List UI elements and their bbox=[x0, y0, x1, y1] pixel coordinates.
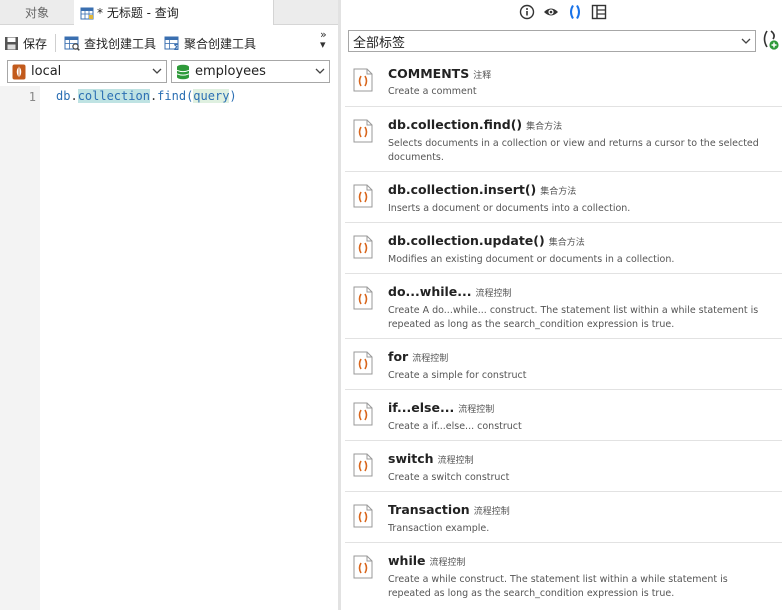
tag-filter-value: 全部标签 bbox=[353, 35, 406, 51]
connection-value: local bbox=[31, 64, 62, 79]
snippet-item[interactable]: Transaction 流程控制 Transaction example. bbox=[345, 492, 782, 543]
snippet-list: COMMENTS 注释 Create a comment db.collectio… bbox=[345, 56, 782, 607]
snippet-icon bbox=[353, 453, 373, 477]
snippet-item[interactable]: db.collection.find() 集合方法 Selects documen… bbox=[345, 107, 782, 172]
grid-view-icon[interactable] bbox=[591, 4, 607, 20]
database-icon bbox=[176, 64, 190, 79]
save-icon bbox=[5, 36, 18, 50]
aggregate-builder-icon: Σ bbox=[164, 36, 179, 51]
snippet-tag: 集合方法 bbox=[540, 187, 577, 197]
chevron-down-icon bbox=[741, 38, 751, 44]
snippet-item[interactable]: db.collection.insert() 集合方法 Inserts a doc… bbox=[345, 172, 782, 223]
snippet-title: while 流程控制 bbox=[388, 553, 466, 568]
line-number: 1 bbox=[28, 90, 36, 104]
code-token-paren: ) bbox=[229, 89, 237, 103]
snippet-tag: 流程控制 bbox=[437, 456, 474, 466]
snippet-item[interactable]: COMMENTS 注释 Create a comment bbox=[345, 56, 782, 107]
snippet-description: Create a switch construct bbox=[388, 472, 510, 483]
snippet-title: Transaction 流程控制 bbox=[388, 502, 510, 517]
find-builder-button[interactable]: 查找创建工具 bbox=[60, 32, 160, 54]
snippet-description: Create a simple for construct bbox=[388, 370, 527, 381]
snippet-item[interactable]: switch 流程控制 Create a switch construct bbox=[345, 441, 782, 492]
snippet-icon bbox=[353, 119, 373, 143]
snippet-icon bbox=[353, 184, 373, 208]
code-token-collection: collection bbox=[77, 89, 150, 103]
tab-objects[interactable]: 对象 bbox=[0, 0, 75, 24]
snippet-icon bbox=[353, 504, 373, 528]
snippet-tag: 注释 bbox=[473, 71, 492, 81]
snippet-icon bbox=[353, 235, 373, 259]
snippet-item[interactable]: if...else... 流程控制 Create a if...else... c… bbox=[345, 390, 782, 441]
database-select[interactable]: employees bbox=[171, 60, 330, 83]
snippet-description: Create a while construct. The statement … bbox=[388, 574, 728, 599]
find-builder-icon bbox=[64, 36, 80, 51]
snippet-tag: 流程控制 bbox=[473, 507, 510, 517]
snippet-icon bbox=[353, 68, 373, 92]
snippet-title: for 流程控制 bbox=[388, 349, 449, 364]
snippet-title: COMMENTS 注释 bbox=[388, 66, 492, 81]
line-gutter: 1 bbox=[0, 86, 40, 610]
snippet-tag: 流程控制 bbox=[412, 354, 449, 364]
snippet-item[interactable]: while 流程控制 Create a while construct. The … bbox=[345, 543, 782, 607]
svg-text:Σ: Σ bbox=[174, 43, 179, 51]
snippet-title: db.collection.update() 集合方法 bbox=[388, 233, 585, 248]
tab-bar: 对象 * 无标题 - 查询 bbox=[0, 0, 338, 25]
mongodb-leaf-icon bbox=[12, 64, 26, 79]
save-label: 保存 bbox=[23, 36, 48, 51]
snippet-item[interactable]: db.collection.update() 集合方法 Modifies an e… bbox=[345, 223, 782, 274]
snippet-description: Create a comment bbox=[388, 86, 477, 97]
database-value: employees bbox=[195, 64, 266, 79]
snippet-description: Inserts a document or documents into a c… bbox=[388, 203, 631, 214]
find-builder-label: 查找创建工具 bbox=[84, 36, 157, 51]
snippet-description: Create A do...while... construct. The st… bbox=[388, 305, 759, 330]
snippet-tag: 集合方法 bbox=[526, 122, 563, 132]
toolbar: 保存 查找创建工具 Σ 聚合创建工具 » ▾ bbox=[0, 29, 338, 56]
chevron-down-icon bbox=[152, 68, 162, 74]
add-snippet-icon[interactable] bbox=[760, 29, 780, 51]
snippet-description: Modifies an existing document or documen… bbox=[388, 254, 675, 265]
code-token-argument: query bbox=[193, 89, 230, 103]
aggregate-builder-label: 聚合创建工具 bbox=[184, 36, 257, 51]
code-token-dot: . bbox=[70, 89, 78, 103]
info-icon[interactable] bbox=[519, 4, 535, 20]
snippet-icon bbox=[353, 286, 373, 310]
snippet-description: Create a if...else... construct bbox=[388, 421, 522, 432]
toolbar-overflow-button[interactable]: » ▾ bbox=[320, 29, 327, 50]
query-editor-pane: 对象 * 无标题 - 查询 保存 查找创建工具 Σ 聚合创建工具 » ▾ loc… bbox=[0, 0, 338, 610]
save-button[interactable]: 保存 bbox=[0, 32, 51, 54]
snippet-tag: 流程控制 bbox=[429, 558, 466, 568]
code-line[interactable]: db.collection.find(query) bbox=[56, 89, 237, 103]
snippet-item[interactable]: for 流程控制 Create a simple for construct bbox=[345, 339, 782, 390]
snippet-description: Transaction example. bbox=[388, 523, 490, 534]
tab-query[interactable]: * 无标题 - 查询 bbox=[74, 0, 274, 25]
snippet-tag: 流程控制 bbox=[458, 405, 495, 415]
snippet-title: do...while... 流程控制 bbox=[388, 284, 512, 299]
snippet-title: db.collection.find() 集合方法 bbox=[388, 117, 563, 132]
tab-query-label: * 无标题 - 查询 bbox=[97, 6, 179, 20]
toolbar-divider bbox=[55, 34, 57, 52]
aggregate-builder-button[interactable]: Σ 聚合创建工具 bbox=[160, 32, 260, 54]
snippet-item[interactable]: do...while... 流程控制 Create A do...while...… bbox=[345, 274, 782, 339]
snippet-title: switch 流程控制 bbox=[388, 451, 474, 466]
chevron-down-icon bbox=[315, 68, 325, 74]
eye-icon[interactable] bbox=[543, 4, 559, 20]
snippet-description: Selects documents in a collection or vie… bbox=[388, 138, 759, 163]
panel-mode-toolbar bbox=[519, 3, 607, 21]
snippet-icon bbox=[353, 402, 373, 426]
code-token-db: db bbox=[56, 89, 71, 103]
snippet-tag: 流程控制 bbox=[475, 289, 512, 299]
snippet-tag: 集合方法 bbox=[548, 238, 585, 248]
snippet-pane: 全部标签 COMMENTS 注释 Create a comment db.coll… bbox=[341, 0, 782, 610]
code-snippet-icon[interactable] bbox=[567, 4, 583, 20]
code-editor[interactable]: 1 db.collection.find(query) bbox=[0, 86, 338, 610]
snippet-title: if...else... 流程控制 bbox=[388, 400, 495, 415]
query-table-icon bbox=[80, 7, 94, 19]
code-token-function: find( bbox=[157, 89, 194, 103]
snippet-icon bbox=[353, 555, 373, 579]
tag-filter-select[interactable]: 全部标签 bbox=[348, 30, 756, 52]
snippet-icon bbox=[353, 351, 373, 375]
connection-select[interactable]: local bbox=[7, 60, 167, 83]
snippet-title: db.collection.insert() 集合方法 bbox=[388, 182, 577, 197]
